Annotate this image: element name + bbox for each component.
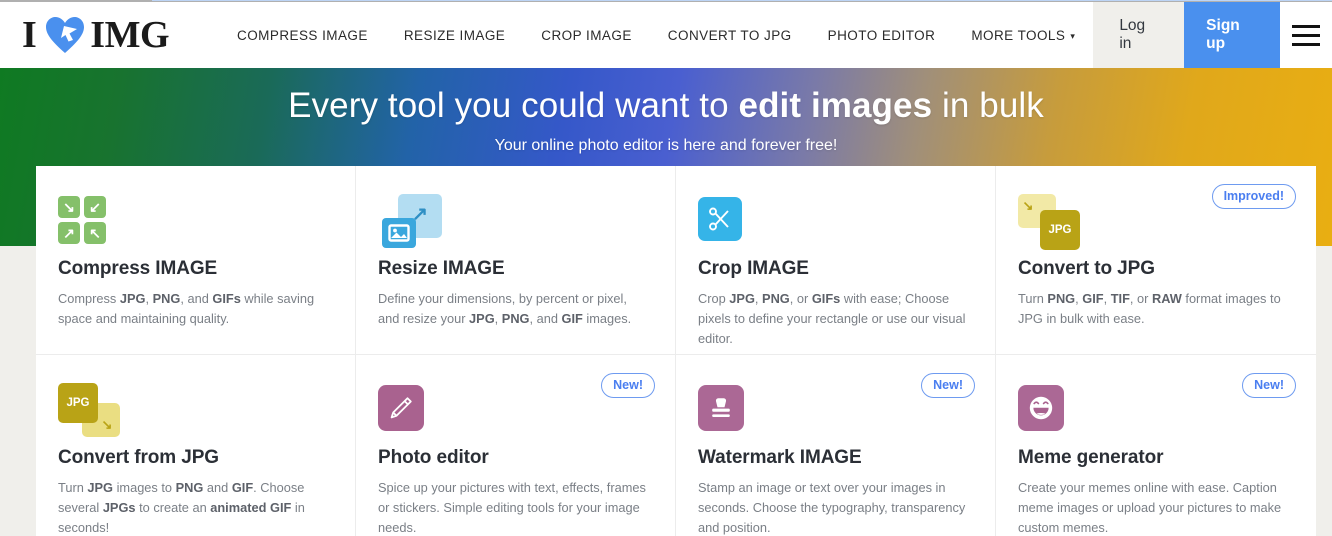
- site-logo[interactable]: I IMG: [22, 13, 170, 57]
- tool-title: Convert from JPG: [58, 447, 219, 468]
- tool-title: Crop IMAGE: [698, 258, 809, 279]
- tool-card-convert-to-jpg[interactable]: Improved! ↘ JPG Convert to JPG Turn PNG,…: [996, 166, 1316, 355]
- tool-description: Define your dimensions, by percent or pi…: [378, 291, 632, 326]
- nav-item-compress-image[interactable]: COMPRESS IMAGE: [219, 28, 386, 43]
- nav-item-resize-image[interactable]: RESIZE IMAGE: [386, 28, 523, 43]
- nav-item-more-tools[interactable]: MORE TOOLS ▾: [953, 28, 1093, 43]
- hero-subtitle: Your online photo editor is here and for…: [494, 137, 838, 154]
- compress-arrows-icon: ↘ ↙ ↗ ↖: [58, 192, 331, 254]
- hero-title-highlight: edit images: [738, 86, 933, 125]
- signup-button[interactable]: Sign up: [1184, 2, 1281, 68]
- nav-label: RESIZE IMAGE: [403, 27, 506, 43]
- scissors-icon: [698, 192, 971, 254]
- hero-title-post: in bulk: [932, 86, 1044, 125]
- arrow-up-left-glyph: ↖: [89, 225, 101, 241]
- tool-card-watermark-image[interactable]: New! Watermark IMAGE Stamp an image or t…: [676, 355, 996, 536]
- jpg-label: JPG: [58, 383, 98, 423]
- nav-label: CONVERT TO JPG: [667, 27, 792, 43]
- tool-title: Compress IMAGE: [58, 258, 218, 279]
- jpg-label: JPG: [1040, 210, 1080, 250]
- logo-text-right: IMG: [90, 14, 170, 56]
- tool-card-resize-image[interactable]: ↗ Resize IMAGE Define your dimensions, b…: [356, 166, 676, 355]
- arrow-down-right-glyph: ↘: [63, 199, 75, 215]
- pencil-icon: [378, 381, 651, 443]
- tools-grid: ↘ ↙ ↗ ↖ Compress IMAGE Compress JPG, PNG…: [36, 166, 1316, 536]
- arrow-down-left-glyph: ↙: [89, 199, 101, 215]
- top-progress-strip: [152, 0, 1332, 1]
- tool-title: Resize IMAGE: [378, 258, 505, 279]
- header-actions: Log in Sign up: [1093, 2, 1332, 68]
- arrow-up-right-glyph: ↗: [63, 225, 75, 241]
- resize-image-icon: ↗: [378, 192, 651, 254]
- tool-card-convert-from-jpg[interactable]: ↘ JPG Convert from JPG Turn JPG images t…: [36, 355, 356, 536]
- tool-description: Turn JPG images to PNG and GIF. Choose s…: [58, 480, 305, 535]
- heart-cursor-icon: [44, 15, 86, 55]
- tool-card-crop-image[interactable]: Crop IMAGE Crop JPG, PNG, or GIFs with e…: [676, 166, 996, 355]
- tool-title: Photo editor: [378, 447, 489, 468]
- tool-title: Convert to JPG: [1018, 258, 1155, 279]
- tool-description: Stamp an image or text over your images …: [698, 480, 966, 535]
- nav-item-convert-to-jpg[interactable]: CONVERT TO JPG: [650, 28, 810, 43]
- tool-description: Crop JPG, PNG, or GIFs with ease; Choose…: [698, 291, 966, 346]
- nav-label: COMPRESS IMAGE: [237, 27, 368, 43]
- arrow-down-right-glyph: ↘: [101, 416, 113, 432]
- tool-card-meme-generator[interactable]: New! Meme generator Create your memes on…: [996, 355, 1316, 536]
- nav-label: MORE TOOLS: [971, 27, 1066, 43]
- site-header: I IMG COMPRESS IMAGE RESIZE IMAGE CROP I…: [0, 2, 1332, 68]
- convert-to-jpg-icon: ↘ JPG: [1018, 192, 1292, 254]
- tool-card-compress-image[interactable]: ↘ ↙ ↗ ↖ Compress IMAGE Compress JPG, PNG…: [36, 166, 356, 355]
- tool-title: Watermark IMAGE: [698, 447, 862, 468]
- tool-title: Meme generator: [1018, 447, 1164, 468]
- nav-label: CROP IMAGE: [541, 27, 632, 43]
- arrow-down-right-glyph: ↘: [1022, 197, 1034, 213]
- hamburger-menu-icon[interactable]: [1280, 2, 1332, 68]
- hero-title: Every tool you could want to edit images…: [0, 86, 1332, 126]
- chevron-down-icon: ▾: [1070, 30, 1076, 41]
- smiling-face-icon: [1018, 381, 1292, 443]
- main-nav: COMPRESS IMAGE RESIZE IMAGE CROP IMAGE C…: [219, 28, 1093, 43]
- login-button[interactable]: Log in: [1093, 2, 1185, 68]
- tool-description: Turn PNG, GIF, TIF, or RAW format images…: [1018, 291, 1281, 326]
- hero-title-pre: Every tool you could want to: [288, 86, 739, 125]
- logo-text-left: I: [22, 14, 37, 56]
- convert-from-jpg-icon: ↘ JPG: [58, 381, 331, 443]
- nav-item-crop-image[interactable]: CROP IMAGE: [523, 28, 650, 43]
- nav-item-photo-editor[interactable]: PHOTO EDITOR: [810, 28, 954, 43]
- stamp-icon: [698, 381, 971, 443]
- tool-description: Create your memes online with ease. Capt…: [1018, 480, 1282, 535]
- tool-description: Compress JPG, PNG, and GIFs while saving…: [58, 291, 315, 326]
- tool-card-photo-editor[interactable]: New! Photo editor Spice up your pictures…: [356, 355, 676, 536]
- nav-label: PHOTO EDITOR: [827, 27, 936, 43]
- tool-description: Spice up your pictures with text, effect…: [378, 480, 646, 535]
